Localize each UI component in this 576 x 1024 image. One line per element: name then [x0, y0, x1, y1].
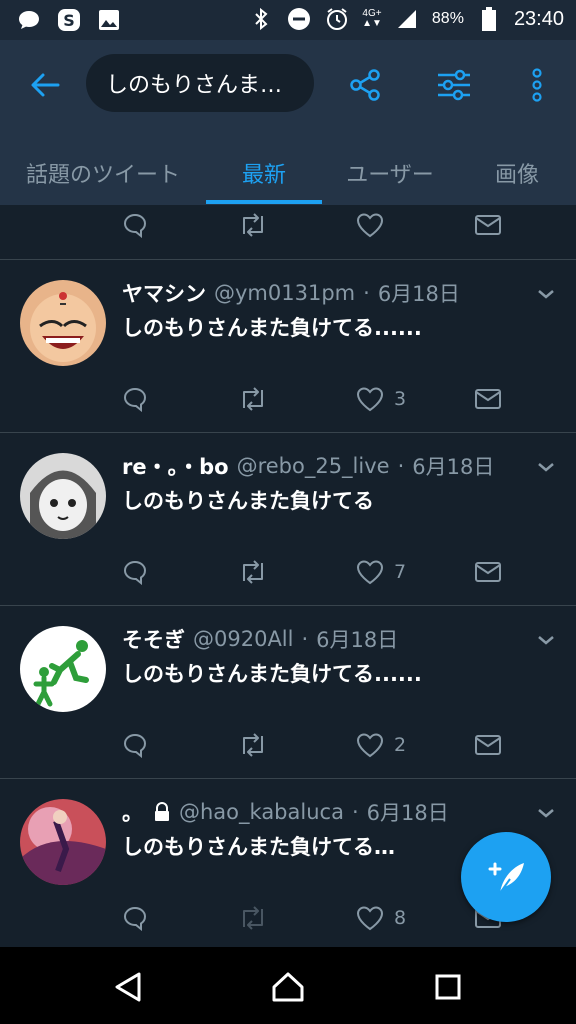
tweet-text: しのもりさんまた負けてる… — [122, 835, 395, 859]
author-handle[interactable]: @rebo_25_live — [237, 454, 390, 478]
app-header: しのもりさんま… 話題のツイート 最新 ユーザー 画像 — [0, 40, 576, 205]
back-arrow-icon[interactable] — [24, 64, 66, 106]
search-tabs: 話題のツイート 最新 ユーザー 画像 — [0, 142, 576, 204]
author-handle[interactable]: @ym0131pm — [214, 281, 355, 305]
chevron-down-icon[interactable] — [534, 455, 558, 479]
reply-icon[interactable] — [122, 556, 148, 588]
retweet-icon[interactable] — [238, 729, 268, 761]
back-triangle-icon[interactable] — [106, 965, 150, 1009]
tweet-header: 。 @hao_kabaluca · 6月18日 — [122, 797, 449, 827]
status-bar: S 4G+ ▲▼ 88% 23:40 — [0, 0, 576, 40]
author-handle[interactable]: @hao_kabaluca — [179, 800, 344, 824]
separator-dot: · — [363, 281, 370, 305]
retweet-icon[interactable] — [238, 209, 268, 241]
tab-latest[interactable]: 最新 — [206, 142, 322, 204]
like-count: 3 — [394, 388, 407, 410]
network-type: 4G+ ▲▼ — [362, 8, 382, 29]
avatar[interactable] — [20, 799, 106, 885]
separator-dot: · — [397, 454, 405, 478]
like-button[interactable]: 2 — [356, 729, 406, 761]
lock-icon — [153, 802, 171, 822]
tweet-item[interactable]: ヤマシン @ym0131pm · 6月18日 しのもりさんまた負けてる.....… — [0, 260, 576, 433]
search-query-pill[interactable]: しのもりさんま… — [86, 54, 314, 112]
compose-tweet-button[interactable] — [461, 832, 551, 922]
like-icon — [356, 387, 384, 412]
tab-top-tweets[interactable]: 話題のツイート — [0, 142, 206, 204]
author-handle[interactable]: @0920All — [193, 627, 293, 651]
alarm-icon — [324, 6, 350, 32]
tweet-header: re・。・bo @rebo_25_live · 6月18日 — [122, 451, 494, 481]
signal-icon — [394, 6, 420, 32]
tab-images[interactable]: 画像 — [458, 142, 576, 204]
clock: 23:40 — [513, 7, 564, 30]
like-button[interactable]: 3 — [356, 383, 406, 415]
chevron-down-icon[interactable] — [534, 801, 558, 825]
tweet-header: ヤマシン @ym0131pm · 6月18日 — [122, 278, 460, 308]
message-icon[interactable] — [474, 729, 502, 761]
message-icon[interactable] — [474, 209, 502, 241]
filter-sliders-icon[interactable] — [431, 62, 477, 108]
tweet-date: 6月18日 — [412, 455, 495, 479]
tweet-text: しのもりさんまた負けてる — [122, 489, 374, 513]
tab-users[interactable]: ユーザー — [322, 142, 458, 204]
like-button[interactable]: 7 — [356, 556, 406, 588]
battery-percent: 88% — [431, 10, 464, 27]
share-icon[interactable] — [342, 62, 388, 108]
like-icon — [356, 906, 384, 931]
tweet-item[interactable] — [0, 205, 576, 260]
like-count: 7 — [394, 561, 407, 583]
like-count: 2 — [394, 734, 407, 756]
tweet-item[interactable]: re・。・bo @rebo_25_live · 6月18日 しのもりさんまた負け… — [0, 433, 576, 606]
do-not-disturb-icon — [286, 6, 312, 32]
tweet-actions — [122, 209, 522, 241]
reply-icon[interactable] — [122, 902, 148, 934]
recents-square-icon[interactable] — [426, 965, 470, 1009]
compose-feather-icon — [488, 862, 524, 894]
tweet-item[interactable]: そそぎ @0920All · 6月18日 しのもりさんまた負けてる...... … — [0, 606, 576, 779]
author-name[interactable]: そそぎ — [122, 624, 185, 654]
more-vertical-icon[interactable] — [514, 62, 560, 108]
reply-icon[interactable] — [122, 729, 148, 761]
author-name[interactable]: ヤマシン — [122, 278, 206, 308]
tweet-actions: 3 — [122, 383, 522, 415]
chat-bubble-icon — [16, 7, 42, 33]
like-icon — [356, 560, 384, 585]
battery-icon — [476, 6, 502, 32]
system-nav-bar — [0, 947, 576, 1024]
like-count: 8 — [394, 907, 407, 929]
like-button[interactable]: 8 — [356, 902, 406, 934]
avatar[interactable] — [20, 280, 106, 366]
reply-icon[interactable] — [122, 209, 148, 241]
separator-dot: · — [351, 800, 359, 824]
tweet-actions: 8 — [122, 902, 522, 934]
like-icon — [356, 733, 384, 758]
avatar[interactable] — [20, 626, 106, 712]
message-icon[interactable] — [474, 383, 502, 415]
tweet-date: 6月18日 — [377, 282, 460, 306]
skype-icon: S — [56, 7, 82, 33]
tweet-actions: 2 — [122, 729, 522, 761]
author-name[interactable]: re・。・bo — [122, 451, 229, 481]
bluetooth-icon — [248, 6, 274, 32]
author-name[interactable]: 。 — [122, 797, 143, 827]
tweet-date: 6月18日 — [316, 628, 399, 652]
message-icon[interactable] — [474, 556, 502, 588]
reply-icon[interactable] — [122, 383, 148, 415]
tweet-text: しのもりさんまた負けてる...... — [122, 662, 422, 686]
image-icon — [96, 7, 122, 33]
home-icon[interactable] — [266, 965, 310, 1009]
chevron-down-icon[interactable] — [534, 282, 558, 306]
separator-dot: · — [301, 627, 309, 651]
like-icon[interactable] — [356, 209, 384, 241]
tweet-text: しのもりさんまた負けてる...... — [122, 316, 422, 340]
tweet-actions: 7 — [122, 556, 522, 588]
avatar[interactable] — [20, 453, 106, 539]
retweet-icon[interactable] — [238, 556, 268, 588]
retweet-icon[interactable] — [238, 383, 268, 415]
chevron-down-icon[interactable] — [534, 628, 558, 652]
svg-text:S: S — [63, 11, 75, 30]
tweet-header: そそぎ @0920All · 6月18日 — [122, 624, 398, 654]
tweet-date: 6月18日 — [366, 801, 449, 825]
retweet-disabled-icon — [238, 902, 268, 934]
